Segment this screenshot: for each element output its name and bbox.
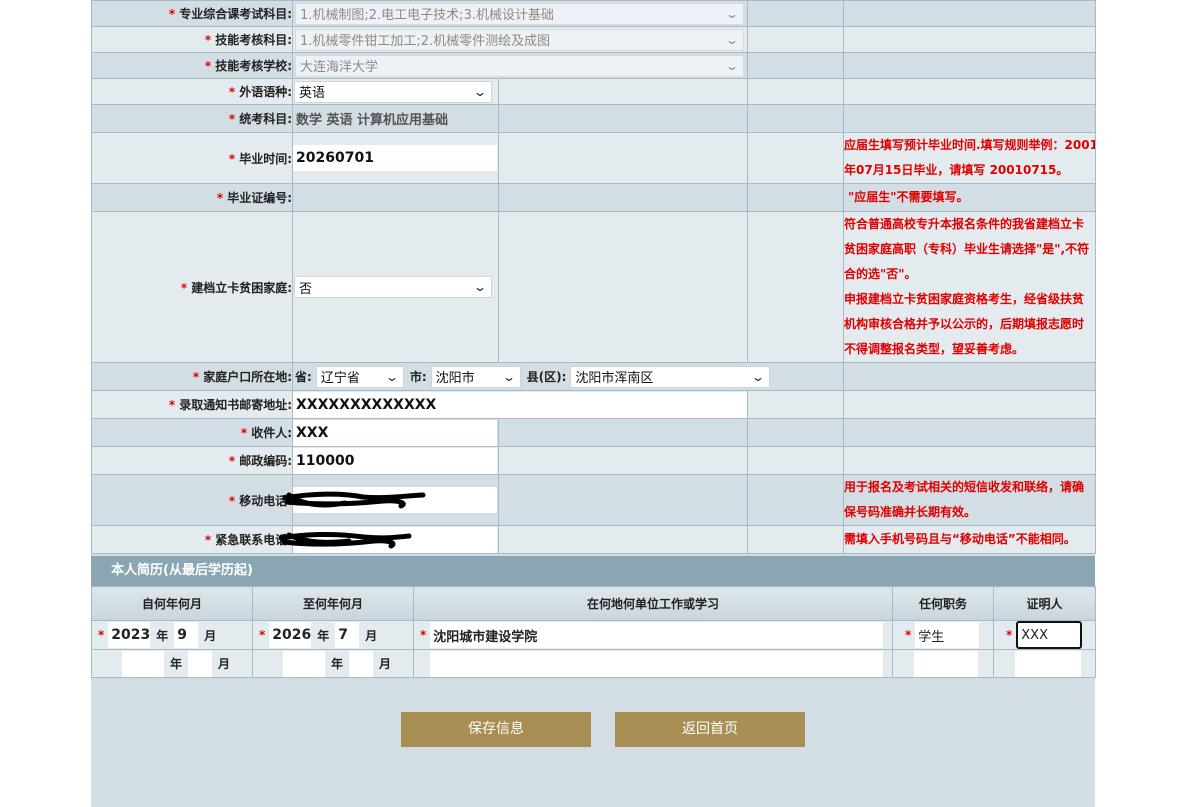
emergency-label: * 紧急联系电话:: [91, 525, 293, 554]
emergency-note: 需填入手机号码且与“移动电话”不能相同。: [843, 525, 1096, 554]
grad-time-label: * 毕业时间:: [91, 132, 293, 184]
resume-row: * 2023 年 9 月 * 2026 年 7 月 * 沈阳城市建设学院 * 学…: [91, 620, 1096, 650]
mail-addr-input[interactable]: XXXXXXXXXXXXX: [293, 391, 747, 418]
from-month-input[interactable]: [188, 650, 213, 677]
recipient-label: * 收件人:: [91, 418, 293, 447]
chevron-down-icon: ⌄: [501, 369, 516, 384]
unified-subjects-label: * 统考科目:: [91, 104, 293, 133]
county-label: 县(区):: [526, 370, 567, 384]
grad-time-note: 应届生填写预计毕业时间.填写规则举例：2001 年07月15日毕业，请填写 20…: [843, 132, 1096, 184]
position-input[interactable]: [914, 650, 978, 677]
chevron-down-icon: ⌄: [724, 6, 740, 21]
diploma-no-input[interactable]: [292, 183, 499, 212]
from-year-input[interactable]: [122, 650, 164, 677]
skill-school-select[interactable]: 大连海洋大学 ⌄: [295, 54, 744, 77]
grad-time-input[interactable]: 20260701: [293, 145, 497, 171]
diploma-no-label: * 毕业证编号:: [91, 183, 293, 212]
resume-header-place: 在何地何单位工作或学习: [413, 586, 893, 621]
postcode-input[interactable]: 110000: [293, 447, 497, 474]
resume-row: 年 月 年 月: [91, 649, 1096, 678]
resume-header-position: 任何职务: [892, 586, 994, 621]
to-month-input[interactable]: [349, 650, 374, 677]
poverty-select[interactable]: 否 ⌄: [294, 276, 492, 298]
resume-section-header: 本人简历(从最后学历起): [91, 556, 1095, 586]
hukou-label: * 家庭户口所在地:: [91, 362, 293, 391]
skill-subjects-select[interactable]: 1.机械零件钳工加工;2.机械零件测绘及成图 ⌄: [295, 28, 744, 51]
major-subjects-label: * 专业综合课考试科目:: [91, 0, 293, 27]
to-month-input[interactable]: 7: [335, 622, 360, 648]
mobile-label: * 移动电话:: [91, 474, 293, 526]
province-select[interactable]: 辽宁省 ⌄: [315, 365, 404, 388]
resume-header-from: 自何年何月: [91, 586, 253, 621]
redaction-scribble: [279, 531, 412, 548]
witness-input[interactable]: [1015, 650, 1081, 677]
chevron-down-icon: ⌄: [724, 58, 740, 73]
info-form-table: * 专业综合课考试科目: 1.机械制图;2.电工电子技术;3.机械设计基础 ⌄ * 技…: [91, 0, 1096, 554]
to-year-input[interactable]: [283, 650, 325, 677]
mail-addr-label: * 录取通知书邮寄地址:: [91, 390, 293, 419]
from-year-input[interactable]: 2023: [108, 622, 151, 648]
resume-table: 自何年何月 至何年何月 在何地何单位工作或学习 任何职务 证明人 * 2023 …: [91, 586, 1096, 678]
unified-subjects-value: 数学 英语 计算机应用基础: [296, 113, 449, 128]
position-input[interactable]: 学生: [915, 622, 980, 648]
province-label: 省:: [295, 370, 312, 384]
foreign-lang-label: * 外语语种:: [91, 78, 293, 105]
registration-page: * 专业综合课考试科目: 1.机械制图;2.电工电子技术;3.机械设计基础 ⌄ * 技…: [91, 0, 1096, 807]
diploma-no-note: "应届生"不需要填写。: [843, 183, 1096, 212]
city-label: 市:: [409, 370, 427, 384]
skill-subjects-label: * 技能考核科目:: [91, 26, 293, 53]
poverty-label: * 建档立卡贫困家庭:: [91, 211, 293, 363]
place-input[interactable]: [430, 650, 883, 677]
save-button[interactable]: 保存信息: [401, 712, 591, 747]
chevron-down-icon: ⌄: [724, 32, 740, 47]
county-select[interactable]: 沈阳市浑南区 ⌄: [570, 365, 771, 388]
skill-school-label: * 技能考核学校:: [91, 52, 293, 79]
mobile-note: 用于报名及考试相关的短信收发和联络，请确 保号码准确并长期有效。: [843, 474, 1096, 526]
chevron-down-icon: ⌄: [751, 369, 766, 384]
to-year-input[interactable]: 2026: [269, 622, 312, 648]
resume-header-witness: 证明人: [993, 586, 1096, 621]
chevron-down-icon: ⌄: [472, 280, 488, 294]
witness-input[interactable]: XXX: [1016, 621, 1083, 649]
foreign-lang-select[interactable]: 英语 ⌄: [294, 80, 492, 103]
chevron-down-icon: ⌄: [384, 369, 399, 384]
chevron-down-icon: ⌄: [472, 84, 488, 99]
place-input[interactable]: 沈阳城市建设学院: [430, 622, 884, 648]
city-select[interactable]: 沈阳市 ⌄: [430, 365, 521, 388]
from-month-input[interactable]: 9: [174, 622, 199, 648]
postcode-label: * 邮政编码:: [91, 446, 293, 475]
redaction-scribble: [283, 491, 426, 509]
resume-header-to: 至何年何月: [252, 586, 414, 621]
recipient-input[interactable]: XXX: [293, 419, 497, 446]
home-button[interactable]: 返回首页: [615, 712, 805, 747]
poverty-note: 符合普通高校专升本报名条件的我省建档立卡 贫困家庭高职（专科）毕业生请选择"是"…: [843, 211, 1096, 363]
hukou-selectors: 省: 辽宁省 ⌄ 市: 沈阳市 ⌄ 县(区): 沈阳市浑南区 ⌄: [295, 365, 843, 388]
major-subjects-select[interactable]: 1.机械制图;2.电工电子技术;3.机械设计基础 ⌄: [295, 2, 744, 25]
